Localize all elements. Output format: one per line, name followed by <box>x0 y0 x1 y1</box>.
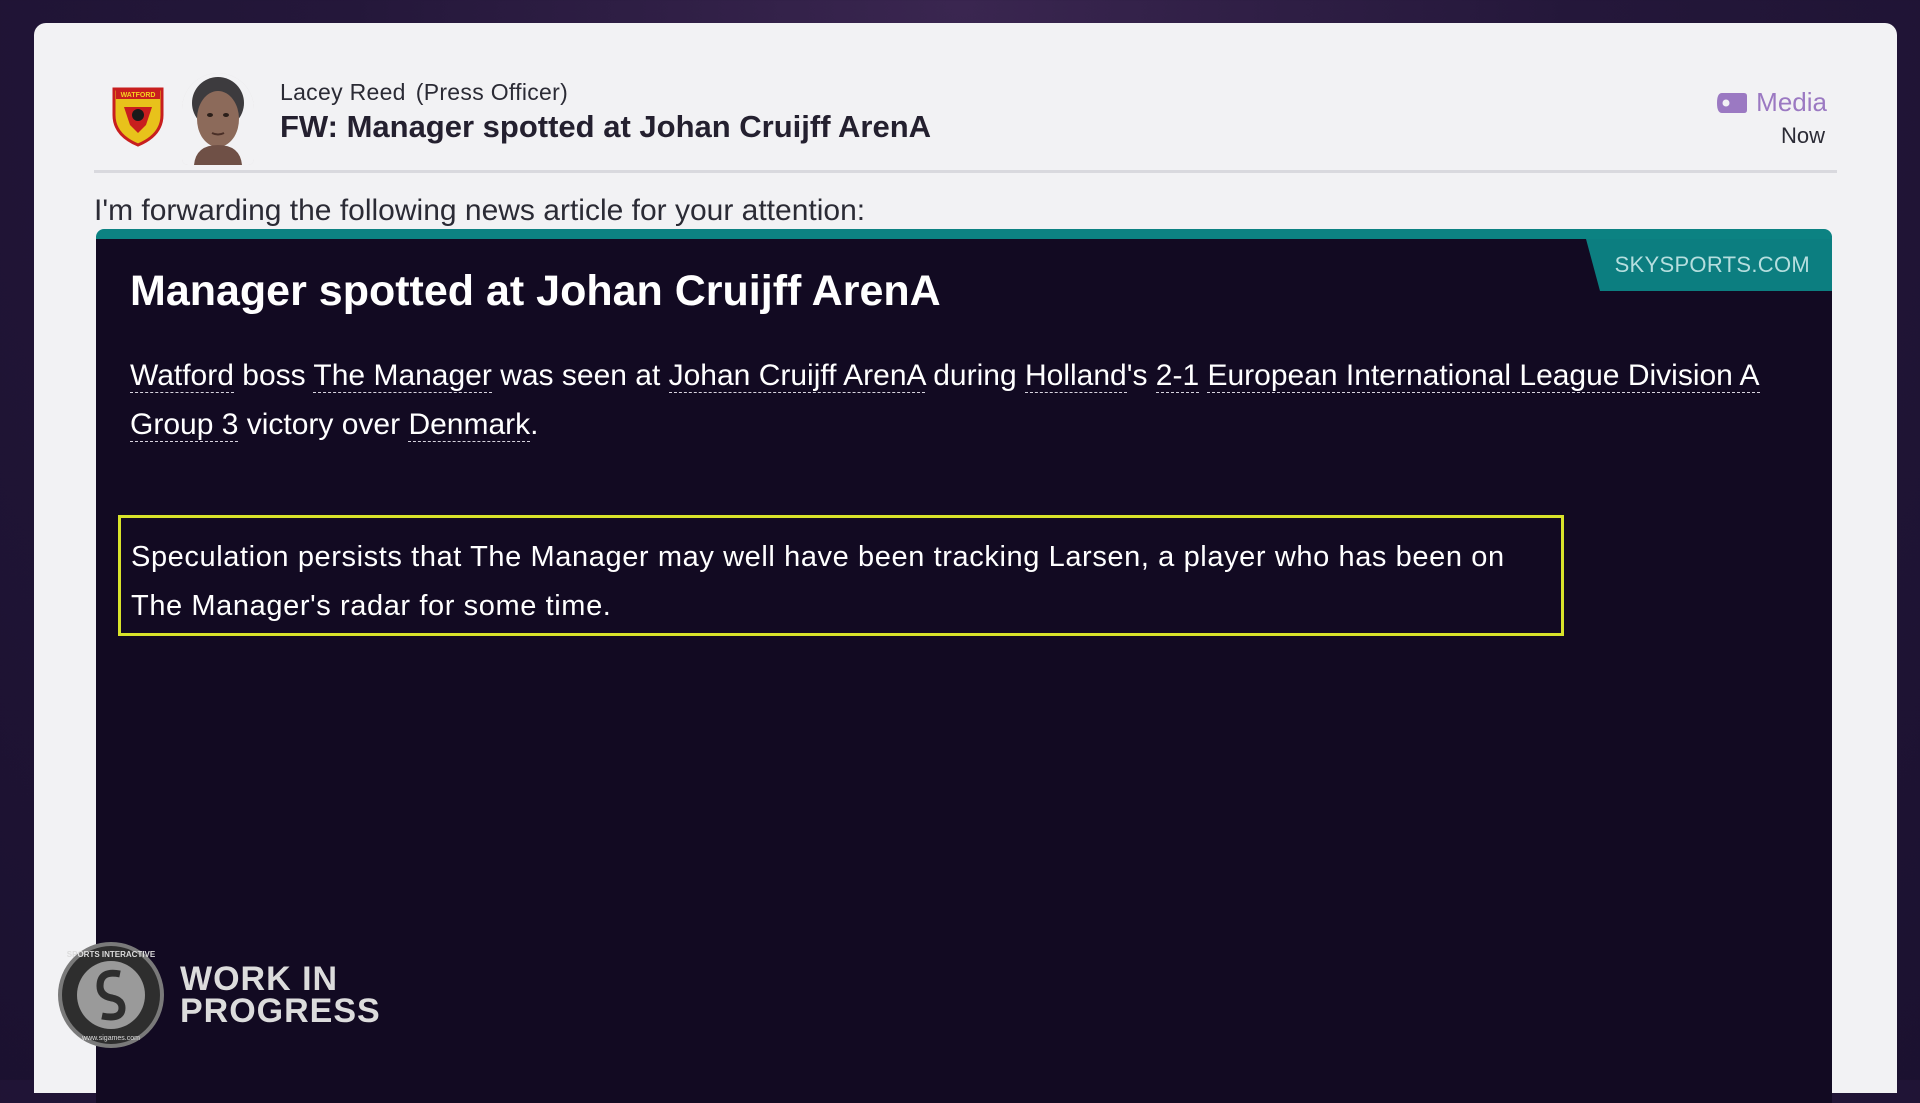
sender-avatar[interactable] <box>182 73 254 165</box>
sender-line: Lacey Reed (Press Officer) <box>280 79 568 106</box>
club-badge-text: WATFORD <box>121 92 156 99</box>
work-in-progress-watermark: SPORTS INTERACTIVE www.sigames.com WORK … <box>56 940 381 1050</box>
message-time: Now <box>1780 123 1825 148</box>
category-label: Media <box>1756 87 1827 117</box>
logo-text: SPORTS INTERACTIVE <box>67 950 156 959</box>
article-text: was seen at <box>491 359 669 392</box>
club-badge-icon[interactable]: WATFORD <box>110 81 166 147</box>
avatar-portrait-icon <box>182 73 254 165</box>
category-tag[interactable]: Media <box>1716 87 1827 118</box>
stadium-link[interactable]: Johan Cruijff ArenA <box>668 359 925 393</box>
article-text: during <box>924 359 1025 392</box>
logo-url: www.sigames.com <box>81 1035 140 1042</box>
score-link[interactable]: 2-1 <box>1155 359 1200 393</box>
tag-icon <box>1717 92 1748 113</box>
article-headline: Manager spotted at Johan Cruijff ArenA <box>130 267 941 315</box>
work-in-progress-label: WORK IN PROGRESS <box>180 960 381 1030</box>
nation-link[interactable]: Holland <box>1024 359 1127 393</box>
message-subject: FW: Manager spotted at Johan Cruijff Are… <box>280 109 932 144</box>
article-text: boss <box>233 359 314 392</box>
wip-line-1: WORK IN <box>180 960 339 998</box>
article-paragraph: Watford boss The Manager was seen at Joh… <box>130 351 1820 449</box>
club-link[interactable]: Watford <box>130 359 234 393</box>
article-text: . <box>530 408 539 441</box>
article-text: 's <box>1126 359 1156 392</box>
manager-link[interactable]: The Manager <box>313 359 492 393</box>
message-panel: WATFORD Lacey Reed (Press Officer) FW: Ma… <box>34 23 1897 1103</box>
wip-line-2: PROGRESS <box>180 992 381 1030</box>
opponent-link[interactable]: Denmark <box>408 408 531 442</box>
article-text: victory over <box>238 408 409 441</box>
sender-name[interactable]: Lacey Reed <box>280 79 406 105</box>
source-tag: SKYSPORTS.COM <box>1586 239 1832 291</box>
highlighted-paragraph: Speculation persists that The Manager ma… <box>118 515 1564 636</box>
message-header: WATFORD Lacey Reed (Press Officer) FW: Ma… <box>94 45 1837 173</box>
source-label: SKYSPORTS.COM <box>1614 252 1810 277</box>
sender-role: (Press Officer) <box>415 79 569 105</box>
sports-interactive-logo-icon: SPORTS INTERACTIVE www.sigames.com <box>58 942 164 1048</box>
